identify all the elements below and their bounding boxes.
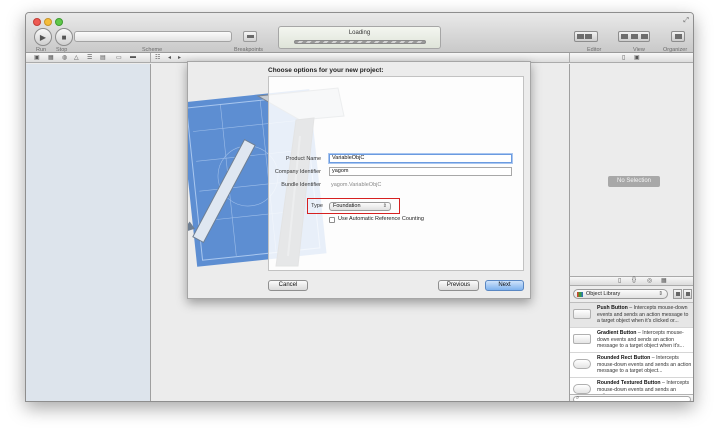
- test-icon[interactable]: ☰: [87, 54, 92, 61]
- log-icon[interactable]: ▬: [130, 54, 136, 60]
- symbol-icon[interactable]: ▦: [48, 54, 54, 61]
- bundle-identifier-value: yagom.VariableObjC: [331, 182, 382, 188]
- project-options-form: Product Name VariableObjC Company Identi…: [268, 76, 524, 271]
- product-name-input[interactable]: VariableObjC: [329, 154, 512, 163]
- company-identifier-input[interactable]: yagom: [329, 167, 512, 176]
- navigator-selector-bar: ▣ ▦ ◍ △ ☰ ▤ ▭ ▬: [26, 53, 151, 63]
- arc-checkbox[interactable]: [329, 217, 335, 223]
- file-inspector-icon[interactable]: ▯: [622, 54, 625, 61]
- inspector-area: No Selection: [569, 64, 693, 276]
- product-name-label: Product Name: [285, 156, 321, 162]
- forward-arrow-icon[interactable]: ▸: [178, 54, 181, 61]
- list-view-button[interactable]: [683, 289, 692, 299]
- back-arrow-icon[interactable]: ◂: [168, 54, 171, 61]
- library-selector-label: Object Library: [586, 291, 621, 297]
- object-library-color-icon: [577, 292, 583, 297]
- gradient-button-thumbnail: [573, 334, 591, 344]
- assistant-editor-icon: [585, 34, 592, 39]
- run-button[interactable]: ▶: [34, 28, 52, 46]
- object-library-icon[interactable]: ◎: [647, 277, 652, 284]
- library-item-description: Gradient Button – Intercepts mouse-down …: [597, 330, 684, 349]
- breakpoint-icon: [247, 35, 254, 38]
- type-value: Foundation: [333, 203, 361, 209]
- organizer-button[interactable]: [671, 31, 685, 42]
- filter-search-icon: ⌕: [576, 395, 580, 401]
- editor-mode-control[interactable]: [574, 31, 598, 42]
- library-item-description: Rounded Textured Button – Intercepts mou…: [597, 380, 690, 394]
- push-button-thumbnail: [573, 309, 591, 319]
- no-selection-label: No Selection: [608, 176, 660, 187]
- xcode-window: ⤢ ▶ Run ■ Stop Scheme Breakpoints Loadin…: [25, 12, 694, 402]
- stop-button[interactable]: ■: [55, 28, 73, 46]
- warning-icon[interactable]: △: [74, 54, 79, 61]
- library-area: ▯ {} ◎ ▦ Object Library ⇕ Push Button – …: [569, 276, 693, 401]
- list-item[interactable]: Push Button – Intercepts mouse-down even…: [570, 303, 693, 328]
- library-selector[interactable]: Object Library ⇕: [573, 289, 668, 299]
- grid-icon: [676, 292, 680, 296]
- navigator-toggle-icon: [621, 34, 628, 39]
- library-list[interactable]: Push Button – Intercepts mouse-down even…: [570, 302, 693, 394]
- new-project-sheet: Choose options for your new project: Pro…: [187, 61, 531, 299]
- icon-view-button[interactable]: [673, 289, 682, 299]
- library-filter-bar: ⌕: [570, 394, 693, 401]
- quick-help-icon[interactable]: ▣: [634, 54, 640, 61]
- activity-viewer: Loading: [278, 26, 441, 49]
- stop-icon: ■: [61, 32, 67, 42]
- play-icon: ▶: [39, 32, 47, 42]
- folder-icon[interactable]: ▣: [34, 54, 40, 61]
- debug-toggle-icon: [631, 34, 638, 39]
- list-item[interactable]: Gradient Button – Intercepts mouse-down …: [570, 328, 693, 353]
- list-item[interactable]: Rounded Rect Button – Intercepts mouse-d…: [570, 353, 693, 378]
- toolbar: ⤢ ▶ Run ■ Stop Scheme Breakpoints Loadin…: [26, 13, 693, 53]
- type-label: Type: [311, 203, 323, 209]
- next-button[interactable]: Next: [485, 280, 524, 291]
- activity-status: Loading: [348, 30, 371, 36]
- file-template-icon[interactable]: ▯: [618, 277, 621, 284]
- company-identifier-label: Company Identifier: [274, 169, 321, 175]
- type-popup[interactable]: Foundation ⇕: [329, 202, 391, 211]
- cancel-button[interactable]: Cancel: [268, 280, 308, 291]
- search-icon[interactable]: ◍: [62, 54, 67, 61]
- previous-button[interactable]: Previous: [438, 280, 479, 291]
- utilities-toggle-icon: [641, 34, 648, 39]
- breakpoints-button[interactable]: [243, 31, 257, 42]
- navigator-area: [26, 64, 151, 401]
- popup-arrows-icon: ⇕: [382, 203, 387, 209]
- popup-arrows-icon: ⇕: [658, 291, 663, 297]
- related-items-icon[interactable]: ☷: [155, 54, 160, 61]
- debug-icon[interactable]: ▤: [100, 54, 106, 61]
- progress-bar: [294, 40, 426, 44]
- close-window-button[interactable]: [33, 18, 41, 26]
- scheme-popup[interactable]: [74, 31, 232, 42]
- rounded-textured-button-thumbnail: [573, 384, 591, 394]
- sheet-title: Choose options for your new project:: [268, 67, 384, 74]
- fullscreen-icon[interactable]: ⤢: [683, 17, 689, 25]
- library-filter-field[interactable]: ⌕: [573, 395, 691, 401]
- standard-editor-icon: [577, 34, 584, 39]
- bundle-identifier-label: Bundle Identifier: [281, 182, 321, 188]
- zoom-window-button[interactable]: [55, 18, 63, 26]
- rounded-rect-button-thumbnail: [573, 359, 591, 369]
- view-control[interactable]: [618, 31, 650, 42]
- library-tabs: ▯ {} ◎ ▦: [570, 277, 693, 286]
- library-item-description: Push Button – Intercepts mouse-down even…: [597, 305, 689, 324]
- list-item[interactable]: Rounded Textured Button – Intercepts mou…: [570, 378, 693, 394]
- library-item-description: Rounded Rect Button – Intercepts mouse-d…: [597, 355, 692, 374]
- minimize-window-button[interactable]: [44, 18, 52, 26]
- inspector-selector-bar: ▯ ▣: [569, 53, 693, 63]
- media-library-icon[interactable]: ▦: [661, 277, 667, 284]
- code-snippet-icon[interactable]: {}: [632, 277, 636, 283]
- list-icon: [686, 292, 690, 296]
- arc-checkbox-label: Use Automatic Reference Counting: [338, 216, 424, 222]
- organizer-icon: [675, 34, 682, 39]
- breakpoint-nav-icon[interactable]: ▭: [116, 54, 122, 61]
